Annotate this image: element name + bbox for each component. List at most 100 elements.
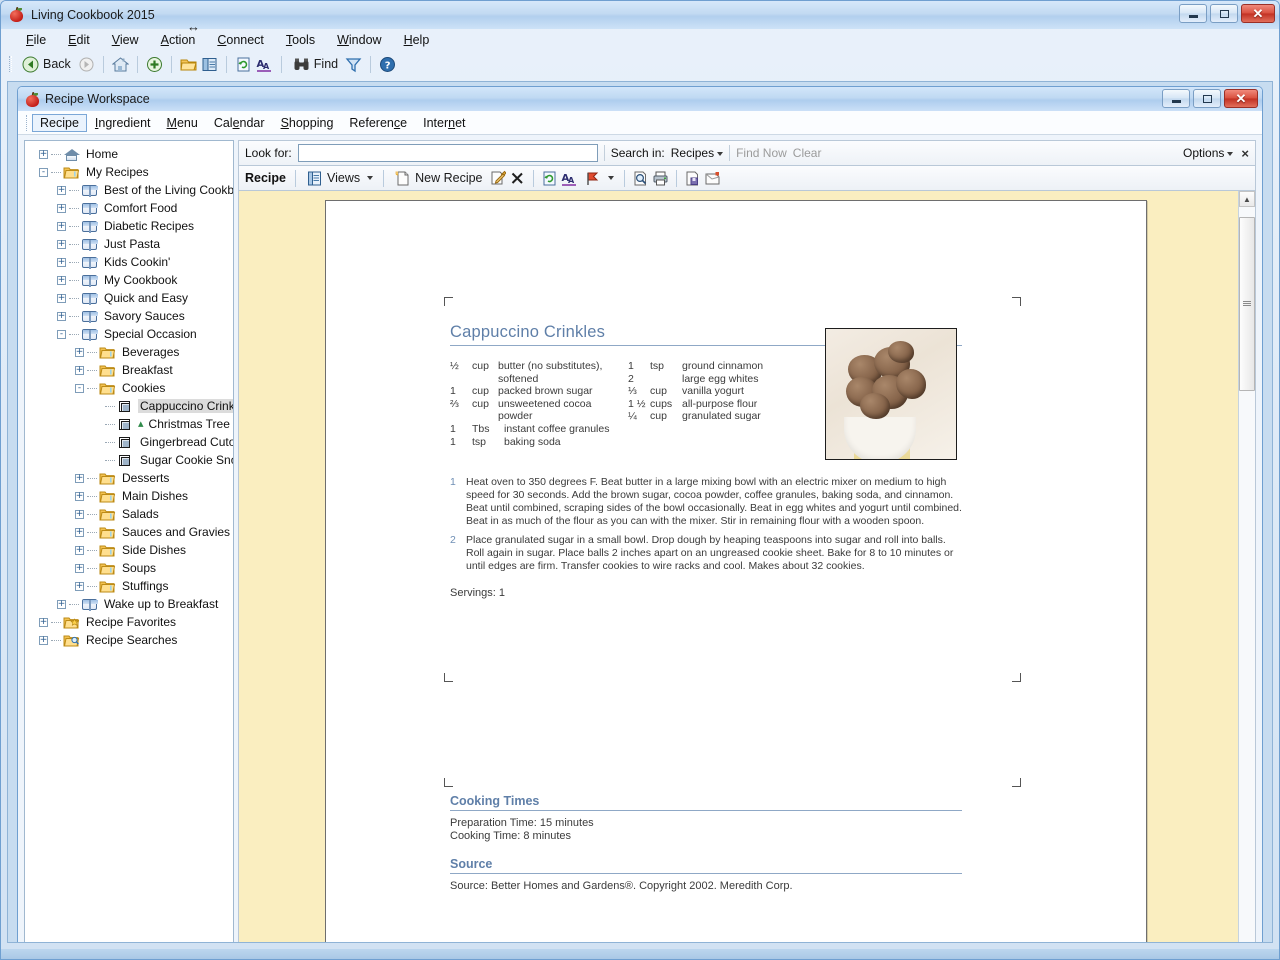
paper-area[interactable]: Cappuccino Crinkles ½ cup butter (no sub… [239, 191, 1238, 942]
menu-view[interactable]: View [101, 31, 150, 49]
clear-button[interactable]: Clear [793, 146, 822, 160]
delete-icon[interactable] [509, 170, 526, 187]
tree-expander[interactable]: - [75, 383, 84, 393]
tree-item-salads[interactable]: + Salads [31, 505, 233, 523]
scroll-up-button[interactable]: ▲ [1239, 191, 1255, 207]
document-scroll-thumb[interactable] [1239, 217, 1255, 391]
tree-expander[interactable]: + [75, 545, 84, 555]
tree-item-christmas-tree-cutou[interactable]: ▴ Christmas Tree Cutou [31, 415, 233, 433]
edit-icon[interactable] [489, 170, 507, 187]
tree-item-breakfast[interactable]: + Breakfast [31, 361, 233, 379]
tree-item-diabetic-recipes[interactable]: + Diabetic Recipes [31, 217, 233, 235]
child-minimize-button[interactable] [1162, 89, 1190, 108]
tree-expander[interactable]: + [75, 581, 84, 591]
document-vertical-scrollbar[interactable]: ▲ ▼ [1238, 191, 1255, 942]
toolbar-grip[interactable] [9, 56, 12, 72]
flag-button[interactable] [581, 169, 617, 188]
tree-item-sauces-and-gravies[interactable]: + Sauces and Gravies [31, 523, 233, 541]
font-icon[interactable]: AA [561, 170, 578, 187]
add-icon[interactable] [146, 56, 163, 73]
home-icon[interactable] [111, 56, 130, 73]
font-icon[interactable]: AA [256, 56, 273, 73]
tree-expander[interactable]: + [75, 491, 84, 501]
tree-expander[interactable]: + [57, 293, 66, 303]
tree-item-recipe-searches[interactable]: + Recipe Searches [31, 631, 233, 649]
tree-item-savory-sauces[interactable]: + Savory Sauces [31, 307, 233, 325]
tab-reference[interactable]: Reference [341, 114, 415, 132]
tree-expander[interactable]: + [57, 185, 66, 195]
tree-item-side-dishes[interactable]: + Side Dishes [31, 541, 233, 559]
refresh-icon[interactable] [541, 170, 558, 187]
tree-expander[interactable]: + [57, 275, 66, 285]
filter-icon[interactable] [345, 56, 362, 73]
menu-help[interactable]: Help [393, 31, 441, 49]
tab-internet[interactable]: Internet [415, 114, 473, 132]
tree-item-beverages[interactable]: + Beverages [31, 343, 233, 361]
maximize-button[interactable] [1210, 4, 1238, 23]
find-button[interactable]: Find [290, 55, 341, 74]
menu-window[interactable]: Window [326, 31, 392, 49]
forward-icon[interactable] [78, 56, 95, 73]
tab-menu[interactable]: Menu [159, 114, 206, 132]
tree-expander[interactable]: + [39, 149, 48, 159]
new-recipe-button[interactable]: New Recipe [391, 169, 485, 188]
tree-expander[interactable]: + [57, 221, 66, 231]
tree-expander[interactable]: + [75, 527, 84, 537]
menu-edit[interactable]: Edit [57, 31, 101, 49]
tree-expander[interactable]: + [57, 599, 66, 609]
menu-tools[interactable]: Tools [275, 31, 326, 49]
tab-shopping[interactable]: Shopping [273, 114, 342, 132]
tab-bar-grip[interactable] [26, 114, 29, 131]
menu-file[interactable]: File [15, 31, 57, 49]
tree-item-gingerbread-cutouts[interactable]: Gingerbread Cutouts [31, 433, 233, 451]
find-now-button[interactable]: Find Now [736, 146, 787, 160]
tree-item-wake-up-to-breakfast[interactable]: + Wake up to Breakfast [31, 595, 233, 613]
document-scroll-track[interactable] [1239, 207, 1255, 942]
tree-item-cappuccino-crinkles[interactable]: Cappuccino Crinkles [31, 397, 233, 415]
open-folder-icon[interactable] [180, 56, 197, 73]
child-maximize-button[interactable] [1193, 89, 1221, 108]
back-button[interactable]: Back [19, 55, 74, 74]
menu-connect[interactable]: Connect [206, 31, 275, 49]
tree-expander[interactable]: + [75, 473, 84, 483]
options-button[interactable]: Options [1183, 146, 1234, 160]
tree-expander[interactable]: + [57, 239, 66, 249]
print-icon[interactable] [652, 170, 669, 187]
tree-item-sugar-cookie-snowmen[interactable]: Sugar Cookie Snowmen [31, 451, 233, 469]
tree-item-comfort-food[interactable]: + Comfort Food [31, 199, 233, 217]
views-button[interactable]: Views [303, 169, 376, 188]
tree-expander[interactable]: + [39, 617, 48, 627]
tree-item-kids-cookin[interactable]: + Kids Cookin' [31, 253, 233, 271]
tree-item-soups[interactable]: + Soups [31, 559, 233, 577]
close-search-icon[interactable]: × [1241, 146, 1249, 161]
search-input[interactable] [297, 144, 598, 162]
tree-item-home[interactable]: + Home [31, 145, 233, 163]
tree-expander[interactable]: + [75, 509, 84, 519]
tree-expander[interactable]: + [75, 347, 84, 357]
refresh-icon[interactable] [235, 56, 252, 73]
email-icon[interactable] [704, 170, 721, 187]
tree-item-recipe-favorites[interactable]: + Recipe Favorites [31, 613, 233, 631]
tree-expander[interactable]: + [75, 563, 84, 573]
tree-expander[interactable]: - [39, 167, 48, 177]
tree-item-my-cookbook[interactable]: + My Cookbook [31, 271, 233, 289]
export-icon[interactable] [684, 170, 701, 187]
close-button[interactable]: ✕ [1241, 4, 1275, 23]
tab-ingredient[interactable]: Ingredient [87, 114, 159, 132]
tree-item-cookies[interactable]: - Cookies [31, 379, 233, 397]
tree-expander[interactable]: + [57, 257, 66, 267]
tab-recipe[interactable]: Recipe [32, 113, 87, 132]
tree-item-stuffings[interactable]: + Stuffings [31, 577, 233, 595]
tree-item-desserts[interactable]: + Desserts [31, 469, 233, 487]
tree-expander[interactable]: - [57, 329, 66, 339]
tree-item-best-of-the-living-cookbook[interactable]: + Best of the Living Cookbook [31, 181, 233, 199]
tree-item-main-dishes[interactable]: + Main Dishes [31, 487, 233, 505]
tree-item-just-pasta[interactable]: + Just Pasta [31, 235, 233, 253]
child-close-button[interactable]: ✕ [1224, 89, 1258, 108]
search-in-dropdown[interactable]: Recipes [671, 146, 724, 160]
print-preview-icon[interactable] [632, 170, 649, 187]
minimize-button[interactable] [1179, 4, 1207, 23]
panel-icon[interactable] [201, 56, 218, 73]
tree-item-my-recipes[interactable]: - My Recipes [31, 163, 233, 181]
tree-expander[interactable]: + [39, 635, 48, 645]
